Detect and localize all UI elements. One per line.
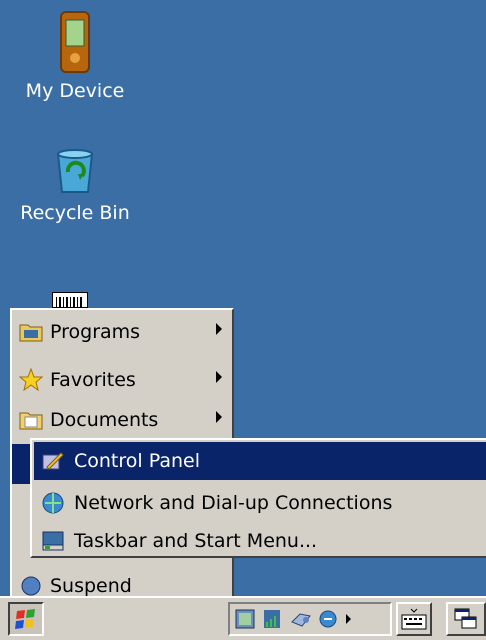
network-icon (40, 490, 66, 516)
submenu-arrow-icon (216, 323, 222, 335)
pda-device-icon (55, 10, 95, 74)
suspend-label: Suspend (50, 575, 132, 597)
documents-folder-icon (18, 407, 44, 433)
signal-icon[interactable] (262, 608, 284, 630)
start-menu-item-programs[interactable]: Programs (12, 312, 232, 352)
submenu-item-control-panel[interactable]: Control Panel (34, 442, 486, 480)
my-device-label: My Device (25, 80, 125, 102)
submenu-item-network[interactable]: Network and Dial-up Connections (34, 484, 486, 522)
taskbar-icon (40, 528, 66, 554)
windows-switch-icon (454, 608, 477, 629)
desktop-icon-recycle-bin[interactable]: Recycle Bin (0, 146, 150, 224)
programs-label: Programs (50, 321, 141, 343)
documents-label: Documents (50, 409, 159, 431)
settings-submenu: Control Panel Network and Dial-up Connec… (30, 438, 486, 558)
barcode-app-icon (52, 292, 88, 308)
taskbar (0, 596, 486, 640)
start-menu-item-documents[interactable]: Documents (12, 400, 232, 440)
start-menu-item-favorites[interactable]: Favorites (12, 360, 232, 400)
system-tray (228, 602, 392, 636)
window-switch-button[interactable] (446, 602, 486, 636)
recycle-bin-icon (50, 146, 100, 196)
scanner-icon[interactable] (234, 608, 256, 630)
submenu-item-taskbar[interactable]: Taskbar and Start Menu... (34, 522, 486, 560)
favorites-label: Favorites (50, 369, 136, 391)
windows-flag-icon (15, 609, 35, 629)
submenu-arrow-icon (216, 411, 222, 423)
taskbar-label: Taskbar and Start Menu... (74, 530, 318, 552)
keyboard-button[interactable] (396, 602, 432, 636)
ie-icon[interactable] (318, 608, 340, 630)
start-button[interactable] (8, 602, 44, 636)
desktop-icon-my-device[interactable]: My Device (0, 10, 150, 102)
keyboard-icon (401, 608, 427, 630)
tray-arrow-icon[interactable] (346, 614, 351, 624)
submenu-arrow-icon (216, 371, 222, 383)
connection-icon[interactable] (290, 608, 312, 630)
control-panel-icon (40, 448, 66, 474)
control-panel-label: Control Panel (74, 450, 200, 472)
favorites-star-icon (18, 367, 44, 393)
programs-folder-icon (18, 319, 44, 345)
network-label: Network and Dial-up Connections (74, 492, 393, 514)
recycle-bin-label: Recycle Bin (20, 202, 130, 224)
